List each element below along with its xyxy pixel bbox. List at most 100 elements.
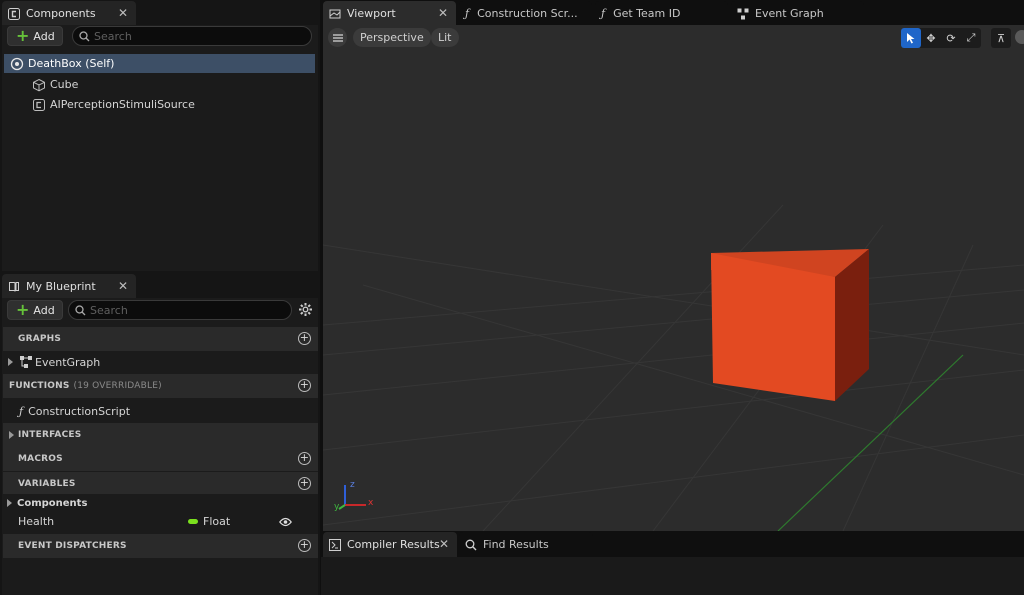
components-tab[interactable]: Components ✕ bbox=[2, 1, 136, 26]
components-tab-label: Components bbox=[26, 7, 96, 20]
add-function-icon[interactable]: + bbox=[298, 379, 311, 392]
graphs-section-label: GRAPHS bbox=[18, 334, 62, 344]
variable-item-health[interactable]: Health Float bbox=[3, 512, 318, 531]
add-macro-icon[interactable]: + bbox=[298, 452, 311, 465]
interfaces-section-label: INTERFACES bbox=[18, 430, 82, 440]
select-tool-icon[interactable] bbox=[901, 28, 921, 48]
blueprint-search[interactable] bbox=[68, 300, 292, 320]
book-icon bbox=[8, 281, 20, 293]
tab-label: Viewport bbox=[347, 7, 396, 20]
add-blueprint-label: Add bbox=[33, 303, 55, 317]
add-variable-icon[interactable]: + bbox=[298, 477, 311, 490]
components-search-input[interactable] bbox=[94, 29, 274, 43]
variable-category-components[interactable]: Components bbox=[3, 494, 318, 512]
functions-section-label: FUNCTIONS bbox=[9, 381, 70, 391]
bottom-panel: Compiler Results ✕ Find Results bbox=[321, 531, 1024, 595]
event-dispatchers-section-label: EVENT DISPATCHERS bbox=[18, 541, 127, 551]
add-blueprint-button[interactable]: + Add bbox=[7, 300, 63, 320]
functions-section-header[interactable]: FUNCTIONS (19 OVERRIDABLE) + bbox=[3, 374, 318, 398]
function-item-constructionscript[interactable]: ƒ ConstructionScript bbox=[3, 400, 318, 422]
close-icon[interactable]: ✕ bbox=[118, 279, 128, 293]
left-column: Components ✕ + Add DeathBox (Self) Cube … bbox=[0, 0, 320, 595]
perspective-label: Perspective bbox=[360, 31, 424, 44]
tab-label: Get Team ID bbox=[613, 7, 681, 20]
viewport-icon bbox=[329, 8, 341, 20]
event-graph-icon bbox=[19, 355, 33, 369]
lit-button[interactable]: Lit bbox=[431, 28, 459, 47]
tab-construction-script[interactable]: ƒ Construction Scr... bbox=[459, 1, 592, 26]
tree-item-deathbox[interactable]: DeathBox (Self) bbox=[4, 54, 315, 73]
add-component-button[interactable]: + Add bbox=[7, 26, 63, 46]
perspective-button[interactable]: Perspective bbox=[353, 28, 431, 47]
blueprint-search-input[interactable] bbox=[90, 303, 270, 317]
search-icon bbox=[79, 30, 90, 41]
graph-item-label: EventGraph bbox=[35, 355, 101, 369]
viewport-canvas[interactable]: z x y Perspective Lit ✥ ⟳ ⤢ ⊼ bbox=[323, 25, 1024, 531]
plus-icon: + bbox=[16, 300, 30, 319]
scale-tool-icon[interactable]: ⤢ bbox=[961, 28, 981, 48]
close-icon[interactable]: ✕ bbox=[439, 537, 449, 551]
add-graph-icon[interactable]: + bbox=[298, 332, 311, 345]
variable-category-label: Components bbox=[17, 497, 88, 509]
variable-type[interactable]: Float bbox=[203, 515, 279, 528]
expand-icon[interactable] bbox=[7, 499, 12, 507]
expand-icon bbox=[9, 431, 14, 439]
tree-item-label: Cube bbox=[50, 78, 79, 91]
macros-section-label: MACROS bbox=[18, 454, 63, 464]
component-icon bbox=[32, 98, 46, 112]
world-local-icon[interactable] bbox=[1015, 30, 1024, 44]
move-tool-icon[interactable]: ✥ bbox=[921, 28, 941, 48]
gear-icon[interactable] bbox=[298, 302, 313, 317]
event-graph-icon bbox=[737, 8, 749, 20]
plus-icon: + bbox=[16, 26, 30, 45]
my-blueprint-tab[interactable]: My Blueprint ✕ bbox=[2, 274, 136, 299]
variables-section-label: VARIABLES bbox=[18, 479, 76, 489]
float-type-pill bbox=[188, 519, 198, 524]
tree-item-label: DeathBox (Self) bbox=[28, 57, 115, 70]
close-icon[interactable]: ✕ bbox=[438, 6, 448, 20]
function-item-label: ConstructionScript bbox=[28, 404, 131, 418]
main-tab-bar: Viewport ✕ ƒ Construction Scr... ƒ Get T… bbox=[321, 0, 1024, 26]
axis-label-z: z bbox=[350, 480, 355, 490]
lit-label: Lit bbox=[438, 31, 452, 44]
rotate-tool-icon[interactable]: ⟳ bbox=[941, 28, 961, 48]
function-icon: ƒ bbox=[465, 7, 470, 20]
graph-item-eventgraph[interactable]: EventGraph bbox=[3, 351, 318, 373]
viewport-options-button[interactable] bbox=[328, 28, 347, 47]
components-icon bbox=[8, 7, 20, 20]
viewport-scene bbox=[323, 204, 1024, 531]
my-blueprint-tab-label: My Blueprint bbox=[26, 280, 96, 293]
compiler-results-icon bbox=[329, 538, 341, 551]
variables-section-header[interactable]: VARIABLES + bbox=[3, 472, 318, 496]
components-search[interactable] bbox=[72, 26, 312, 46]
tab-find-results[interactable]: Find Results bbox=[459, 532, 593, 557]
search-icon bbox=[75, 304, 86, 315]
expand-icon[interactable] bbox=[8, 358, 13, 366]
variable-name: Health bbox=[18, 515, 55, 528]
surface-snapping-icon[interactable]: ⊼ bbox=[991, 28, 1011, 48]
close-icon[interactable]: ✕ bbox=[118, 6, 128, 20]
transform-toolbar: ✥ ⟳ ⤢ bbox=[901, 28, 981, 48]
hamburger-icon bbox=[332, 33, 343, 42]
macros-section-header[interactable]: MACROS + bbox=[3, 447, 318, 471]
tab-event-graph[interactable]: Event Graph bbox=[731, 1, 864, 26]
eye-icon[interactable] bbox=[279, 517, 292, 527]
tab-label: Compiler Results bbox=[347, 538, 440, 551]
graphs-section-header[interactable]: GRAPHS + bbox=[3, 327, 318, 351]
tree-item-aiperception[interactable]: AIPerceptionStimuliSource bbox=[4, 95, 315, 114]
tab-compiler-results[interactable]: Compiler Results ✕ bbox=[323, 532, 457, 557]
search-icon bbox=[465, 539, 477, 551]
tree-item-cube[interactable]: Cube bbox=[4, 75, 315, 94]
interfaces-section-header[interactable]: INTERFACES bbox=[3, 423, 318, 447]
tree-item-label: AIPerceptionStimuliSource bbox=[50, 98, 195, 111]
axis-label-x: x bbox=[368, 498, 374, 508]
add-event-dispatcher-icon[interactable]: + bbox=[298, 539, 311, 552]
tab-label: Construction Scr... bbox=[477, 7, 578, 20]
cube-mesh bbox=[711, 249, 869, 401]
tab-viewport[interactable]: Viewport ✕ bbox=[323, 1, 456, 26]
tab-label: Event Graph bbox=[755, 7, 824, 20]
actor-icon bbox=[10, 57, 24, 71]
function-icon: ƒ bbox=[601, 7, 606, 20]
tab-get-team-id[interactable]: ƒ Get Team ID bbox=[595, 1, 728, 26]
event-dispatchers-section-header[interactable]: EVENT DISPATCHERS + bbox=[3, 534, 318, 558]
